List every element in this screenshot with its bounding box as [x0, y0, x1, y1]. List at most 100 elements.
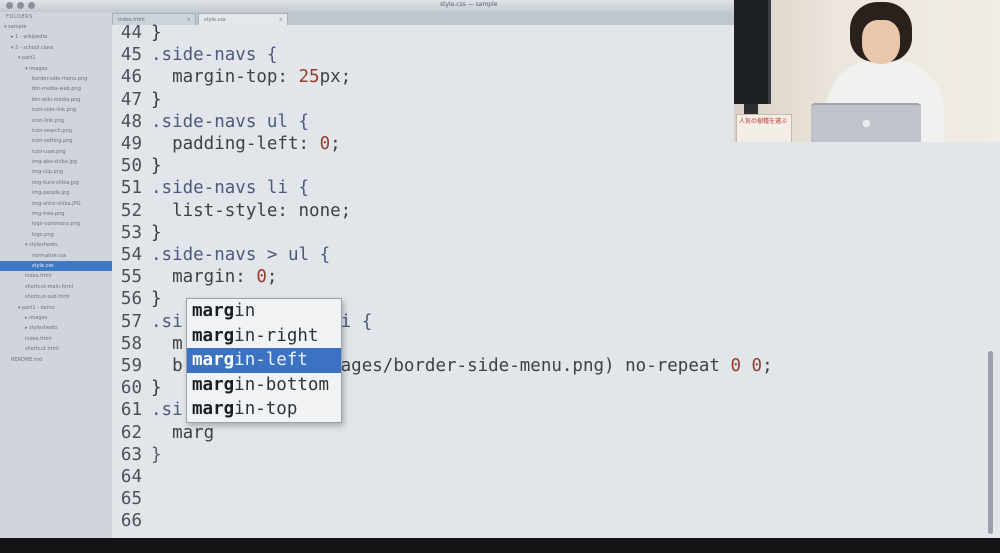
autocomplete-rest: in-top [234, 399, 298, 420]
sidebar-tree-item[interactable]: index.html [0, 271, 112, 281]
sidebar-tree-item[interactable]: ▾ part1 [0, 53, 112, 63]
line-number: 48 [120, 111, 142, 132]
autocomplete-item[interactable]: margin-bottom [187, 373, 341, 398]
autocomplete-item[interactable]: margin-left [187, 348, 341, 373]
line-number: 61 [120, 400, 142, 421]
line-number: 50 [120, 156, 142, 177]
code-token: margin: [151, 267, 257, 288]
autocomplete-match: marg [192, 301, 235, 321]
code-token: } [151, 156, 162, 177]
sidebar-tree-item[interactable]: ▸ stylesheets [0, 323, 112, 333]
code-token: } [151, 89, 162, 110]
line-number: 58 [120, 333, 142, 354]
line-number: 51 [120, 178, 142, 199]
line-number: 59 [120, 356, 142, 376]
code-token: ; [330, 134, 341, 154]
sidebar-tree-item[interactable]: logo-commons.png [0, 219, 112, 229]
sidebar-tree-item[interactable]: README.md [0, 355, 112, 365]
autocomplete-popup[interactable]: margin margin-right margin-left margin-bott… [186, 298, 342, 423]
code-text: margin: 0; [151, 266, 277, 288]
minimize-window-button[interactable] [17, 2, 24, 9]
autocomplete-rest: in [234, 301, 256, 321]
window-title: style.css — sample [440, 1, 498, 8]
sidebar-tree-item[interactable]: icon-setting.png [0, 136, 112, 146]
zoom-window-button[interactable] [28, 2, 35, 9]
autocomplete-item[interactable]: margin-top [187, 397, 341, 422]
autocomplete-rest: in-left [234, 350, 308, 371]
code-text: } [151, 89, 162, 111]
line-number: 52 [120, 200, 142, 221]
line-number: 57 [120, 311, 142, 332]
tab-label: style.css [204, 17, 226, 23]
code-token: .side-navs li { [151, 178, 310, 199]
code-token: } [151, 444, 162, 465]
tab-style-css[interactable]: style.css × [198, 13, 288, 25]
code-text: } [151, 155, 162, 177]
sidebar-tree-item[interactable]: ▾ sample [0, 22, 112, 32]
code-text: .side-navs > ul { [151, 244, 330, 266]
sidebar-tree-item[interactable]: ▾ part1 - demo [0, 303, 112, 313]
autocomplete-item[interactable]: margin [187, 299, 341, 324]
sidebar-tree-item[interactable]: style.css [0, 260, 112, 272]
code-token: 25 [298, 67, 320, 88]
sidebar-tree-item[interactable]: img-shiro-shiba.JPG [0, 199, 112, 209]
sidebar-tree-item[interactable]: shortcut-sub.html [0, 292, 112, 302]
code-text: } [151, 377, 162, 399]
sidebar-tree-item[interactable]: img-kuro-shiba.jpg [0, 178, 112, 188]
folder-sidebar: FOLDERS ▾ sample ▸ 1 - wikipedia ▾ 2 - sch… [0, 12, 113, 553]
sidebar-tree-item[interactable]: shortcut.html [0, 344, 112, 354]
line-number: 46 [120, 67, 142, 88]
code-text: margin-top: 25px; [151, 66, 351, 88]
sidebar-tree-item[interactable]: index.html [0, 334, 112, 344]
code-token: .side-navs > ul { [151, 245, 331, 265]
code-text: list-style: none; [151, 200, 351, 222]
line-number: 55 [120, 267, 142, 288]
line-number: 45 [120, 45, 142, 66]
sidebar-tree-item[interactable]: icon-search.png [0, 126, 112, 136]
code-token: } [151, 289, 162, 310]
sidebar-tree-item[interactable]: shortcut-main.html [0, 282, 112, 292]
code-token: } [151, 222, 162, 243]
code-text: .side-navs li { [151, 177, 309, 199]
window-controls[interactable] [6, 2, 35, 9]
line-number: 54 [120, 245, 142, 265]
line-number: 62 [120, 422, 142, 443]
sidebar-tree-item[interactable]: img-clip.png [0, 167, 112, 177]
code-token: .side-navs ul { [151, 111, 310, 132]
sidebar-header: FOLDERS [6, 14, 33, 20]
code-text: } [151, 222, 162, 244]
sidebar-tree-item[interactable]: img-abe-shiba.jpg [0, 157, 112, 167]
code-token: .side-navs { [151, 45, 278, 66]
code-text: .side-navs ul { [151, 111, 309, 133]
sidebar-tree-item[interactable]: ▾ stylesheets [0, 240, 112, 250]
sidebar-tree-item[interactable]: logo.png [0, 230, 112, 240]
sign-text: 人気の樹種を選ぶ [739, 118, 788, 125]
close-window-button[interactable] [6, 2, 13, 9]
code-token: .si [151, 311, 183, 332]
sidebar-tree-item[interactable]: ▾ 2 - school class [0, 43, 112, 53]
sidebar-tree-item[interactable]: icon-link.png [0, 116, 112, 126]
sidebar-tree-item[interactable]: img-people.jpg [0, 188, 112, 198]
sidebar-tree-item[interactable]: ▾ images [0, 64, 112, 74]
line-number: 64 [120, 467, 142, 487]
sidebar-tree-item[interactable]: icon-user.png [0, 147, 112, 157]
sidebar-tree-item[interactable]: img-tree.png [0, 209, 112, 219]
autocomplete-match: marg [192, 374, 235, 395]
sidebar-tree-item[interactable]: btn-wiki-media.png [0, 95, 112, 105]
code-token: 0 [256, 267, 267, 288]
screen-bezel [0, 538, 1000, 553]
editor-scrollbar[interactable] [988, 351, 993, 534]
line-number: 49 [120, 134, 142, 154]
sidebar-tree-item[interactable]: normalize.css [0, 251, 112, 261]
sidebar-tree-item[interactable]: icon-side-link.png [0, 105, 112, 115]
sidebar-tree-item[interactable]: btn-media-web.png [0, 84, 112, 94]
sidebar-tree-item[interactable]: ▸ images [0, 313, 112, 323]
code-text: padding-left: 0; [151, 133, 341, 155]
code-token: .si [151, 400, 183, 421]
autocomplete-item[interactable]: margin-right [187, 324, 341, 349]
sidebar-tree-item[interactable]: ▸ 1 - wikipedia [0, 32, 112, 42]
code-token: m [151, 333, 183, 354]
code-token: } [151, 378, 162, 399]
sidebar-tree-item[interactable]: border-side-menu.png [0, 74, 112, 84]
code-text: } [151, 288, 162, 310]
